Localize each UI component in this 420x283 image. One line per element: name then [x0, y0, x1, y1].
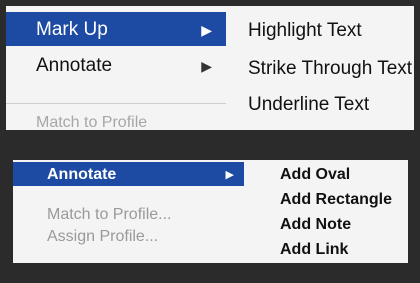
submenu-item-add-oval[interactable]: Add Oval: [280, 166, 350, 184]
submenu-item-add-link[interactable]: Add Link: [280, 241, 348, 259]
submenu-arrow-icon: ▶: [201, 22, 212, 38]
menu-item-label: Annotate: [36, 55, 113, 76]
submenu-item-add-note[interactable]: Add Note: [280, 216, 351, 234]
submenu-arrow-icon: ▶: [225, 169, 234, 181]
menu-item-assign-profile: Assign Profile...: [47, 228, 159, 245]
submenu-arrow-icon: ▶: [201, 58, 212, 74]
submenu-item-highlight-text[interactable]: Highlight Text: [248, 20, 362, 42]
menu-item-mark-up[interactable]: Mark Up ▶: [6, 12, 228, 46]
submenu-item-add-rectangle[interactable]: Add Rectangle: [280, 191, 392, 209]
menu-item-label: Match to Profile: [36, 114, 148, 130]
menu-item-match-to-profile: Match to Profile: [6, 110, 228, 130]
menu-separator: [6, 103, 228, 104]
submenu-item-underline-text[interactable]: Underline Text: [248, 94, 369, 116]
context-menu-bottom: Annotate ▶ Match to Profile... Assign Pr…: [13, 160, 246, 263]
submenu-annotate: Add Oval Add Rectangle Add Note Add Link: [244, 160, 408, 263]
menu-item-annotate[interactable]: Annotate ▶: [13, 162, 246, 186]
context-menu-top: Mark Up ▶ Annotate ▶ Match to Profile: [6, 6, 228, 130]
menu-item-annotate[interactable]: Annotate ▶: [6, 48, 228, 82]
menu-item-label: Annotate: [47, 166, 117, 183]
submenu-item-strike-through-text[interactable]: Strike Through Text: [248, 58, 412, 80]
menu-item-match-to-profile: Match to Profile...: [47, 206, 172, 223]
submenu-mark-up: Highlight Text Strike Through Text Under…: [226, 6, 414, 130]
menu-item-label: Mark Up: [36, 19, 108, 40]
